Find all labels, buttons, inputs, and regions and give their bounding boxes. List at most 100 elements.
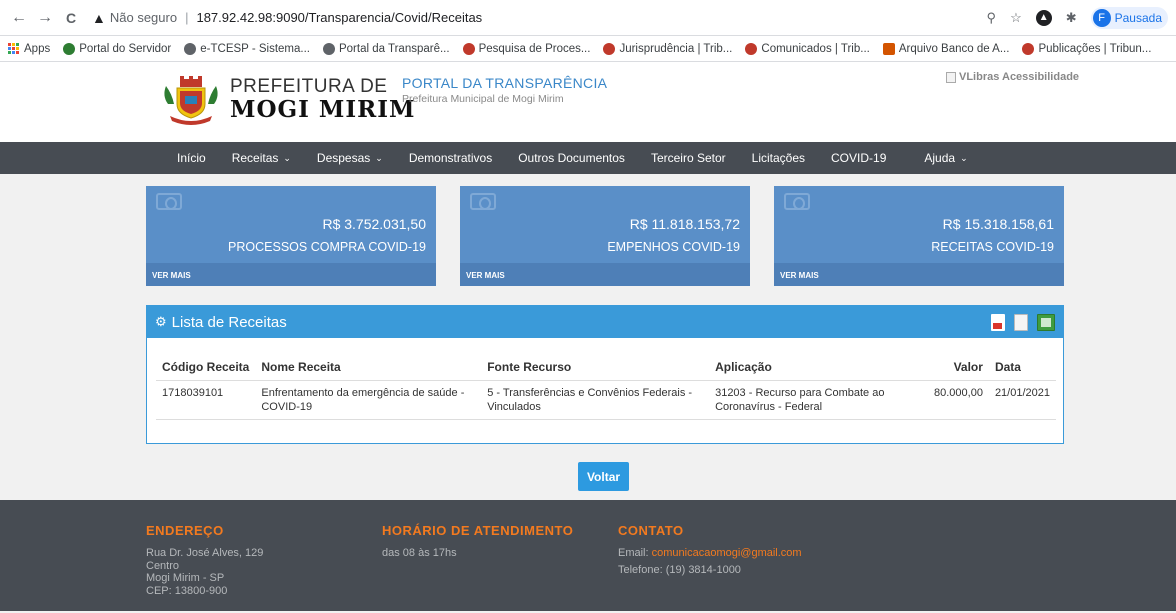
- column-header[interactable]: Data: [988, 357, 1056, 381]
- address-bar[interactable]: ▲ Não seguro | 187.92.42.98:9090/Transpa…: [92, 10, 482, 26]
- nav-label: Receitas: [231, 151, 279, 165]
- ver-mais-link[interactable]: VER MAIS: [460, 263, 750, 286]
- main-nav: Início Receitas ⌄ Despesas ⌄ Demonstrativo…: [0, 142, 1176, 174]
- browser-toolbar: ← → C ▲ Não seguro | 187.92.42.98:9090/T…: [0, 0, 1176, 36]
- bookmark-portal-servidor[interactable]: Portal do Servidor: [63, 42, 172, 55]
- bookmark-portal-transparencia[interactable]: Portal da Transparê...: [322, 42, 450, 55]
- person-icon: [63, 42, 76, 55]
- star-icon[interactable]: ☆: [1010, 10, 1022, 26]
- nav-item-receitas[interactable]: Receitas ⌄: [232, 151, 291, 165]
- phone-text: Telefone: (19) 3814-1000: [618, 563, 741, 576]
- cell-valor: 80.000,00: [918, 380, 989, 420]
- footer-heading: HORÁRIO DE ATENDIMENTO: [382, 523, 574, 538]
- panel-header: ⚙ Lista de Receitas: [147, 306, 1063, 338]
- reload-icon[interactable]: C: [60, 10, 82, 26]
- bookmark-apps[interactable]: Apps: [8, 42, 51, 55]
- card-value: R$ 15.318.158,61: [942, 216, 1054, 232]
- address-line: CEP: 13800-900: [146, 584, 228, 597]
- cell-data: 21/01/2021: [988, 380, 1056, 420]
- nav-item-demonstrativos[interactable]: Demonstrativos: [409, 151, 492, 165]
- cell-nome: Enfrentamento da emergência de saúde - C…: [255, 380, 482, 420]
- footer-address: ENDEREÇO Rua Dr. José Alves, 129 Centro …: [146, 523, 263, 597]
- back-icon[interactable]: ←: [8, 9, 30, 27]
- portal-heading: PORTAL DA TRANSPARÊNCIA Prefeitura Munic…: [402, 75, 607, 105]
- toolbar-right: ⚲ ☆ ▲ ✱ F Pausada: [987, 6, 1168, 29]
- cell-aplicacao: 31203 - Recurso para Combate ao Coronaví…: [709, 380, 919, 420]
- puzzle-icon[interactable]: ✱: [1066, 10, 1077, 26]
- bookmark-comunicados[interactable]: Comunicados | Trib...: [745, 42, 870, 55]
- card-receitas: R$ 15.318.158,61 RECEITAS COVID-19 VER M…: [774, 186, 1064, 286]
- extension-icon[interactable]: ▲: [1035, 9, 1052, 26]
- nav-item-covid[interactable]: COVID-19: [831, 151, 886, 165]
- export-buttons: [991, 313, 1055, 331]
- zoom-icon[interactable]: ⚲: [987, 10, 997, 26]
- bookmark-arquivo-banco[interactable]: Arquivo Banco de A...: [882, 42, 1010, 55]
- logo-line2: MOGI MIRIM: [230, 96, 416, 123]
- bookmark-label: Publicações | Tribun...: [1038, 42, 1152, 55]
- column-header[interactable]: Fonte Recurso: [481, 357, 710, 381]
- accessibility-link[interactable]: VLibras Acessibilidade: [946, 71, 1079, 83]
- email-line: Email: comunicacaomogi@gmail.com: [618, 547, 802, 560]
- chevron-down-icon: ⌄: [375, 152, 383, 163]
- card-empenhos: R$ 11.818.153,72 EMPENHOS COVID-19 VER M…: [460, 186, 750, 286]
- footer-heading: CONTATO: [618, 523, 684, 538]
- address-line: Mogi Mirim - SP: [146, 572, 225, 584]
- bookmark-label: Arquivo Banco de A...: [898, 42, 1010, 55]
- nav-item-licitacoes[interactable]: Licitações: [752, 151, 805, 165]
- nav-item-inicio[interactable]: Início: [177, 151, 206, 165]
- document-export-icon[interactable]: [1014, 313, 1028, 331]
- footer-heading: ENDEREÇO: [146, 523, 224, 538]
- nav-item-despesas[interactable]: Despesas ⌄: [317, 151, 383, 165]
- table-row[interactable]: 1718039101 Enfrentamento da emergência d…: [156, 380, 1056, 420]
- card-label: PROCESSOS COMPRA COVID-19: [228, 240, 426, 254]
- flag-icon: [882, 42, 895, 55]
- bookmark-label: Apps: [24, 42, 51, 55]
- profile-button[interactable]: F Pausada: [1090, 6, 1168, 29]
- url-text[interactable]: 187.92.42.98:9090/Transparencia/Covid/Re…: [196, 10, 482, 25]
- seal-icon: [1022, 42, 1035, 55]
- nav-label: Licitações: [751, 151, 806, 165]
- profile-avatar: F: [1092, 8, 1111, 27]
- forward-icon[interactable]: →: [34, 9, 56, 27]
- email-link[interactable]: comunicacaomogi@gmail.com: [652, 547, 802, 559]
- nav-item-outros-documentos[interactable]: Outros Documentos: [518, 151, 625, 165]
- apps-icon: [8, 42, 20, 55]
- nav-label: Início: [177, 151, 206, 165]
- site-footer: ENDEREÇO Rua Dr. José Alves, 129 Centro …: [0, 500, 1176, 611]
- accessibility-label: VLibras Acessibilidade: [959, 71, 1080, 83]
- card-label: RECEITAS COVID-19: [931, 240, 1054, 254]
- bookmarks-bar: Apps Portal do Servidor e-TCESP - Sistem…: [0, 36, 1176, 62]
- column-header[interactable]: Valor: [918, 357, 989, 381]
- bookmark-publicacoes[interactable]: Publicações | Tribun...: [1022, 42, 1152, 55]
- nav-label: Despesas: [316, 151, 371, 165]
- money-icon: [784, 193, 810, 210]
- money-icon: [156, 193, 182, 210]
- voltar-button[interactable]: Voltar: [578, 462, 629, 491]
- bookmark-label: Portal do Servidor: [79, 42, 172, 55]
- panel-title: Lista de Receitas: [171, 313, 287, 331]
- footer-contact: CONTATO Email: comunicacaomogi@gmail.com…: [618, 523, 802, 576]
- ver-mais-link[interactable]: VER MAIS: [146, 263, 436, 286]
- prefeitura-logo[interactable]: PREFEITURA DE MOGI MIRIM: [160, 74, 415, 126]
- table-header-row: Código Receita Nome Receita Fonte Recurs…: [156, 357, 1056, 381]
- column-header[interactable]: Código Receita: [156, 357, 256, 381]
- bookmark-e-tcesp[interactable]: e-TCESP - Sistema...: [184, 42, 310, 55]
- seal-icon: [745, 42, 758, 55]
- globe-icon: [322, 42, 335, 55]
- nav-item-ajuda[interactable]: Ajuda ⌄: [924, 151, 967, 165]
- broken-image-icon: [946, 71, 956, 83]
- column-header[interactable]: Nome Receita: [255, 357, 482, 381]
- card-label: EMPENHOS COVID-19: [607, 240, 740, 254]
- ver-mais-link[interactable]: VER MAIS: [774, 263, 1064, 286]
- nav-item-terceiro-setor[interactable]: Terceiro Setor: [651, 151, 726, 165]
- money-icon: [470, 193, 496, 210]
- bookmark-pesquisa-processos[interactable]: Pesquisa de Proces...: [462, 42, 590, 55]
- bookmark-jurisprudencia[interactable]: Jurisprudência | Trib...: [603, 42, 732, 55]
- excel-export-icon[interactable]: [1037, 313, 1055, 331]
- security-label: Não seguro: [109, 10, 178, 25]
- column-header[interactable]: Aplicação: [709, 357, 919, 381]
- seal-icon: [603, 42, 616, 55]
- pdf-export-icon[interactable]: [991, 313, 1005, 331]
- hours-text: das 08 às 17hs: [382, 547, 457, 559]
- nav-label: Demonstrativos: [408, 151, 493, 165]
